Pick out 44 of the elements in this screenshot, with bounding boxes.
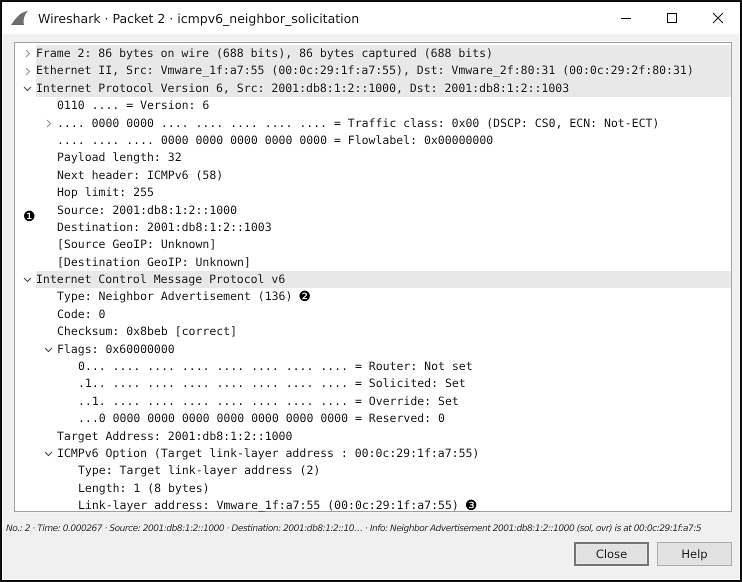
tree-item[interactable]: Hop limit: 255 xyxy=(57,184,158,202)
tree-item[interactable]: 0110 .... = Version: 6 xyxy=(57,97,214,115)
tree-item[interactable]: Length: 1 (8 bytes) xyxy=(78,480,214,498)
tree-item[interactable]: 0... .... .... .... .... .... .... .... = Router: Not set xyxy=(78,358,477,376)
tree-item[interactable]: Checksum: 0x8beb [correct] xyxy=(57,323,242,341)
tree-item[interactable]: [Source GeoIP: Unknown] xyxy=(57,236,220,254)
tree-item[interactable]: .... 0000 0000 .... .... .... .... .... = Traffic class: 0x00 (DSCP: CS0, ECN: Not-ECT) xyxy=(57,114,664,132)
tree-item[interactable]: Type: Target link-layer address (2) xyxy=(78,462,324,480)
tree-item[interactable]: Frame 2: 86 bytes on wire (688 bits), 86 bytes captured (688 bits) xyxy=(36,45,731,62)
callout-number: ❶ xyxy=(23,210,36,224)
tree-item[interactable]: Code: 0 xyxy=(57,306,110,324)
chevron-right-icon[interactable] xyxy=(44,118,53,128)
dialog-button[interactable]: Close xyxy=(574,542,649,566)
tree-item[interactable]: .1.. .... .... .... .... .... .... .... = Solicited: Set xyxy=(78,375,470,393)
maximize-icon[interactable] xyxy=(666,12,678,24)
tree-item[interactable]: Internet Protocol Version 6, Src: 2001:db8:1:2::1000, Dst: 2001:db8:1:2::1003 xyxy=(36,80,731,98)
dialog-button[interactable]: Help xyxy=(657,542,732,566)
tree-item[interactable]: ..1. .... .... .... .... .... .... .... = Override: Set xyxy=(78,392,463,410)
tree-item[interactable]: .... .... .... 0000 0000 0000 0000 0000 = Flowlabel: 0x00000000 xyxy=(57,132,498,150)
tree-item[interactable]: Payload length: 32 xyxy=(57,149,186,167)
tree-item[interactable]: Internet Control Message Protocol v6 xyxy=(36,271,731,288)
window-title: Wireshark · Packet 2 · icmpv6_neighbor_solicitation xyxy=(38,10,360,26)
tree-item[interactable]: ICMPv6 Option (Target link-layer address : 00:0c:29:1f:a7:55) xyxy=(57,444,484,462)
tree-item[interactable]: Flags: 0x60000000 xyxy=(57,340,179,358)
shark-fin-icon xyxy=(10,10,30,26)
callout-number: ❸ xyxy=(464,498,478,513)
tree-item[interactable]: Source: 2001:db8:1:2::1000 xyxy=(57,202,242,219)
close-icon[interactable] xyxy=(712,12,724,24)
tree-item[interactable]: Target Address: 2001:db8:1:2::1000 xyxy=(57,428,296,445)
tree-item[interactable]: ...0 0000 0000 0000 0000 0000 0000 0000 = Reserved: 0 xyxy=(78,410,449,428)
tree-item[interactable]: Link-layer address: Vmware_1f:a7:55 (00:0c:29:1f:a7:55) xyxy=(78,497,463,515)
callout-number: ❷ xyxy=(298,290,311,304)
chevron-down-icon[interactable] xyxy=(23,275,32,284)
tree-item[interactable]: Destination: 2001:db8:1:2::1003 xyxy=(57,218,276,236)
chevron-down-icon[interactable] xyxy=(44,344,53,354)
chevron-right-icon[interactable] xyxy=(23,66,32,76)
packet-summary: No.: 2 · Time: 0.000267 · Source: 2001:db8:1:2::1000 · Destination: 2001:db8:1:2::10… · Info: Neighbor Advertisement 2001:db8:1:2::1000 (sol, ovr) is at 00:0c:29:1f:a7:5 xyxy=(6,524,702,534)
chevron-down-icon[interactable] xyxy=(44,449,53,458)
tree-item[interactable]: Type: Neighbor Advertisement (136) xyxy=(57,288,296,306)
tree-item[interactable]: Next header: ICMPv6 (58) xyxy=(57,166,228,184)
chevron-right-icon[interactable] xyxy=(23,49,32,58)
tree-item[interactable]: [Destination GeoIP: Unknown] xyxy=(57,254,255,272)
chevron-down-icon[interactable] xyxy=(23,84,32,93)
tree-item[interactable]: Ethernet II, Src: Vmware_1f:a7:55 (00:0c:29:1f:a7:55), Dst: Vmware_2f:80:31 (00:0c:29:2f:80:31) xyxy=(36,62,731,80)
